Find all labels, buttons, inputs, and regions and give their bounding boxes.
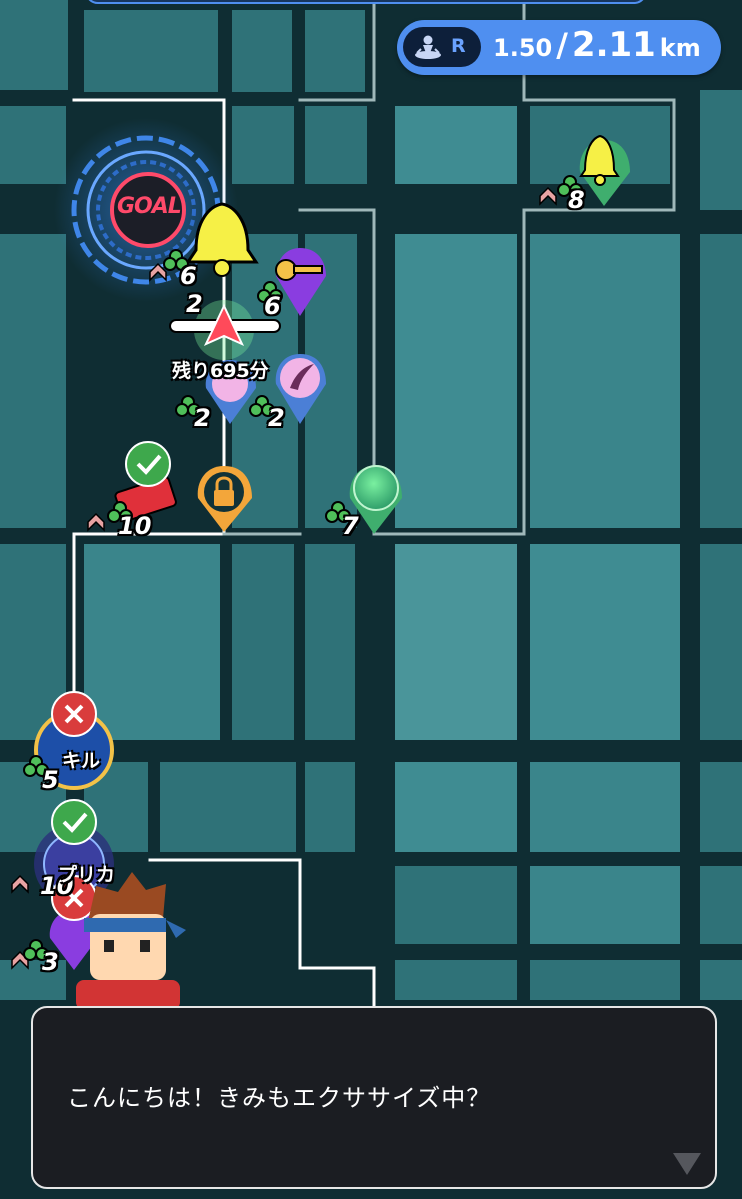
route-mode-chip[interactable]: R [403,27,481,67]
count-bell-top-right: 8 [568,186,585,214]
down-triangle-icon[interactable] [673,1153,701,1175]
count-red-box: 10 [118,512,152,540]
count-pink-right: 2 [268,404,285,432]
count-skill-marker: 5 [42,766,59,794]
distance-total: 2.11 [571,25,656,65]
route-mode-letter: R [451,35,466,57]
replica-marker-label: プリカ [58,864,116,886]
distance-unit: km [659,34,701,62]
npc-dialogue-box[interactable]: こんにちは！きみもエクササイズ中？ [31,1006,717,1189]
walker-map-pin-icon [415,35,441,59]
count-bell-center: 6 [180,262,197,290]
goal-label: GOAL [117,194,182,219]
count-key-marker: 6 [264,292,281,320]
dialogue-text: こんにちは！きみもエクササイズ中？ [67,1084,492,1112]
time-remaining-label: 残り695分 [172,360,269,382]
distance-indicator[interactable]: R 1.50/2.11 km [397,20,721,75]
distance-current: 1.50 [493,34,553,62]
count-purple-marker: 3 [42,948,59,976]
distance-separator: / [556,26,568,64]
distance-readout: 1.50/2.11 km [493,25,701,65]
count-pink-left: 2 [194,404,211,432]
count-green-orb: 7 [342,512,359,540]
skill-marker-label: キル [62,750,101,772]
count-player-prefix: 2 [186,290,203,318]
